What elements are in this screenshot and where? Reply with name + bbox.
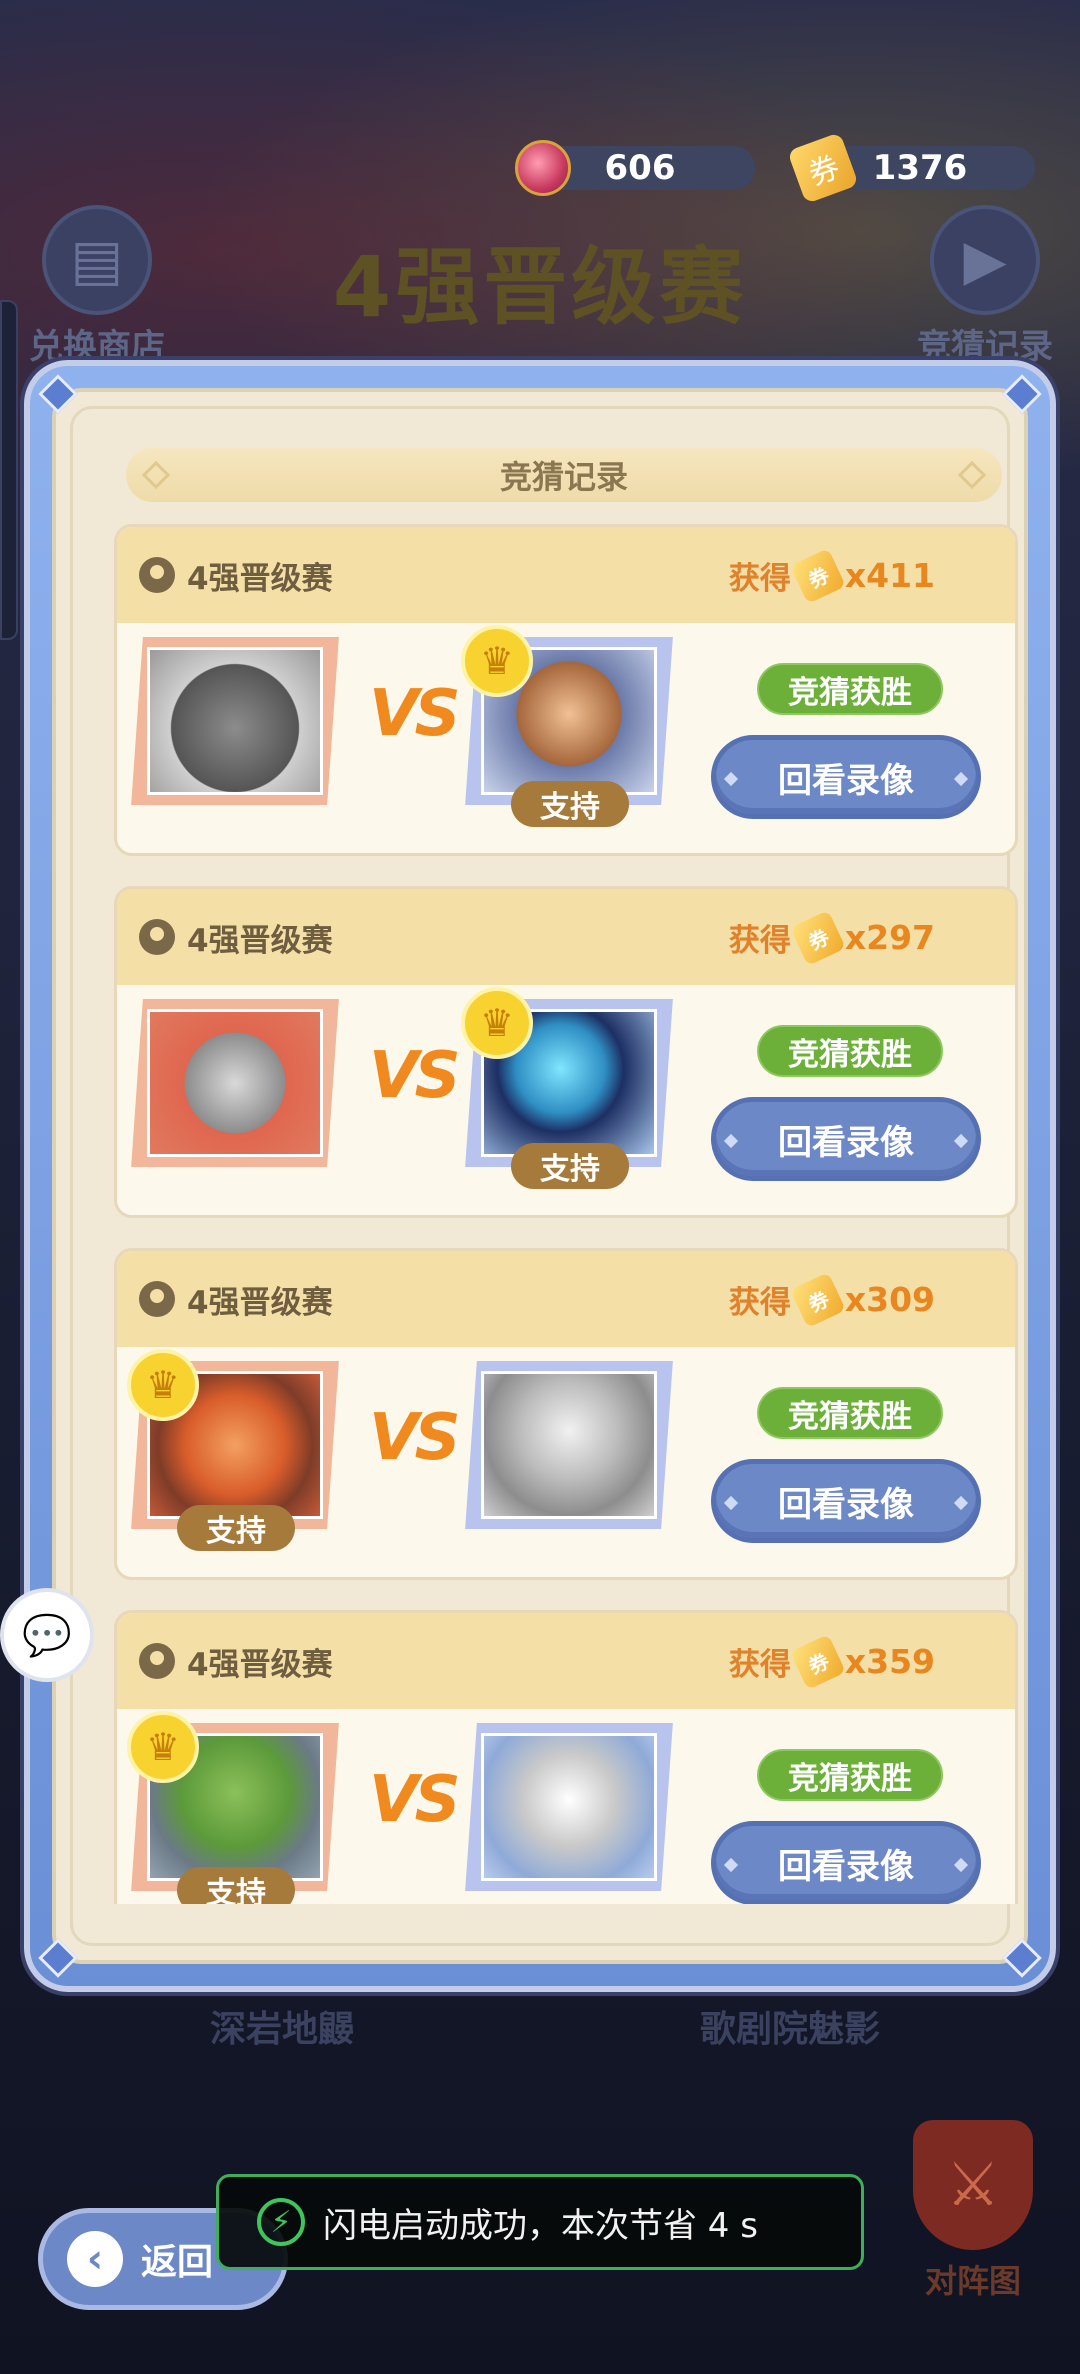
exchange-shop-button[interactable]: ▤ 兑换商店 [22,205,172,368]
bottom-left-label: 深岩地鼹 [210,2009,355,2050]
gain-label: 获得 [728,1285,791,1321]
record-card: 4强晋级赛 获得 券 x297 VS ♛ 支持 竞猜获胜 回看录像 [114,886,1018,1218]
vs-icon: VS [369,1401,461,1475]
gain-count: x359 [844,1642,935,1681]
left-team [131,999,339,1167]
right-team [465,1361,673,1529]
record-icon: ▶ [930,205,1040,315]
crown-icon: ♛ [127,1349,199,1421]
win-badge: 竞猜获胜 [757,663,943,715]
diamond-ornament [957,460,987,490]
left-edge-tab[interactable] [0,300,18,640]
match-title: 4强晋级赛 [187,560,333,597]
trophy-icon [139,1281,175,1317]
replay-button[interactable]: 回看录像 [711,1821,981,1904]
gain-count: x411 [844,556,935,595]
event-title: 4强晋级赛 [332,238,748,336]
support-badge: 支持 [177,1505,295,1551]
reward: 获得 券 x297 [728,909,935,966]
ticket-count: 1376 [872,148,968,188]
record-card: 4强晋级赛 获得 券 x359 ♛ 支持 VS 竞猜获胜 回看录像 [114,1610,1018,1904]
right-team-portrait [481,1733,657,1881]
support-badge: 支持 [511,1143,629,1189]
left-team-portrait [147,1009,323,1157]
gem-icon [515,140,571,196]
guess-record-modal: 竞猜记录 4强晋级赛 获得 券 x411 VS ♛ 支持 竞猜获胜 回看录像 4… [24,360,1056,1992]
gain-label: 获得 [728,1647,791,1683]
card-header: 4强晋级赛 获得 券 x359 [117,1613,1015,1709]
record-card: 4强晋级赛 获得 券 x411 VS ♛ 支持 竞猜获胜 回看录像 [114,524,1018,856]
corner-ornament [1002,1938,1042,1978]
card-header: 4强晋级赛 获得 券 x411 [117,527,1015,623]
modal-panel: 竞猜记录 4强晋级赛 获得 券 x411 VS ♛ 支持 竞猜获胜 回看录像 4… [38,374,1042,1978]
diamond-ornament [141,460,171,490]
reward: 获得 券 x359 [728,1633,935,1690]
card-header: 4强晋级赛 获得 券 x297 [117,889,1015,985]
corner-ornament [38,1938,78,1978]
ticket-icon: 券 [789,1271,846,1328]
right-team: ♛ 支持 [461,987,673,1189]
win-badge: 竞猜获胜 [757,1749,943,1801]
replay-button[interactable]: 回看录像 [711,735,981,819]
guess-record-button[interactable]: ▶ 竞猜记录 [910,205,1060,368]
bottom-right-label: 歌剧院魅影 [700,2009,881,2050]
trophy-icon [139,1643,175,1679]
record-list[interactable]: 4强晋级赛 获得 券 x411 VS ♛ 支持 竞猜获胜 回看录像 4强晋级赛 … [114,524,1018,1904]
ticket-icon: 券 [789,547,846,604]
toast-text: 闪电启动成功，本次节省 4 s [323,2205,758,2246]
lineup-button[interactable]: ⚔ 对阵图 [898,2120,1048,2302]
trophy-icon [139,557,175,593]
left-team: ♛ 支持 [127,1711,339,1904]
left-team [131,637,339,805]
card-header: 4强晋级赛 获得 券 x309 [117,1251,1015,1347]
match-title: 4强晋级赛 [187,922,333,959]
right-team: ♛ 支持 [461,625,673,827]
crown-icon: ♛ [127,1711,199,1783]
support-badge: 支持 [511,781,629,827]
reward: 获得 券 x411 [728,547,935,604]
gem-count: 606 [604,148,676,188]
ticket-icon: 券 [789,909,846,966]
reward: 获得 券 x309 [728,1271,935,1328]
left-team-portrait [147,647,323,795]
replay-button[interactable]: 回看录像 [711,1459,981,1543]
crown-icon: ♛ [461,625,533,697]
modal-header: 竞猜记录 [126,448,1002,502]
crossed-swords-icon: ⚔ [913,2120,1033,2250]
gain-count: x297 [844,918,935,957]
vs-icon: VS [369,1039,461,1113]
left-team: ♛ 支持 [127,1349,339,1551]
gain-count: x309 [844,1280,935,1319]
win-badge: 竞猜获胜 [757,1387,943,1439]
toast-notification: ⚡ 闪电启动成功，本次节省 4 s [216,2174,864,2270]
modal-title: 竞猜记录 [499,458,628,496]
corner-ornament [38,374,78,414]
lightning-icon: ⚡ [257,2198,305,2246]
match-title: 4强晋级赛 [187,1646,333,1683]
ticket-icon: 券 [789,1633,846,1690]
chat-bubble-icon[interactable]: 💬 [0,1588,94,1682]
vs-icon: VS [369,677,461,751]
trophy-icon [139,919,175,955]
lineup-label: 对阵图 [924,2262,1021,2300]
gain-label: 获得 [728,923,791,959]
vs-icon: VS [369,1763,461,1837]
replay-button[interactable]: 回看录像 [711,1097,981,1181]
right-team [465,1723,673,1891]
corner-ornament [1002,374,1042,414]
shop-icon: ▤ [42,205,152,315]
right-team-portrait [481,1371,657,1519]
gain-label: 获得 [728,561,791,597]
back-arrow-icon: ‹ [67,2231,123,2287]
crown-icon: ♛ [461,987,533,1059]
support-badge: 支持 [177,1867,295,1904]
back-label: 返回 [141,2242,214,2283]
record-card: 4强晋级赛 获得 券 x309 ♛ 支持 VS 竞猜获胜 回看录像 [114,1248,1018,1580]
win-badge: 竞猜获胜 [757,1025,943,1077]
match-title: 4强晋级赛 [187,1284,333,1321]
